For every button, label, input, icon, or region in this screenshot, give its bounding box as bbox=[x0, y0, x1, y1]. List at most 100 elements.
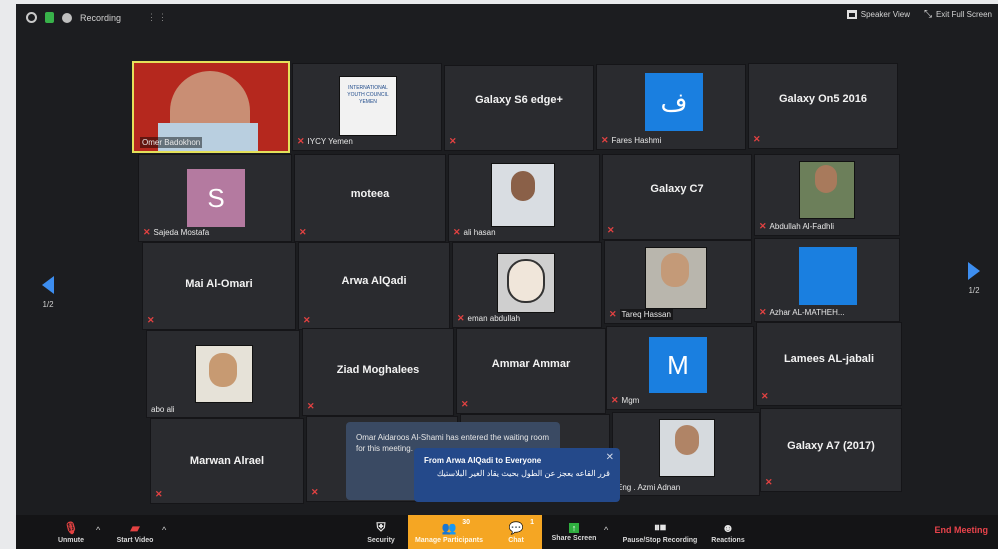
chat-icon: 💬 bbox=[508, 520, 524, 535]
video-tile-abo-ali[interactable]: abo ali bbox=[146, 330, 300, 418]
lock-icon[interactable] bbox=[45, 12, 54, 23]
share-screen-label: Share Screen bbox=[551, 534, 597, 542]
participant-name: Mgm bbox=[621, 396, 640, 405]
muted-mic-icon: ✕ bbox=[143, 227, 151, 237]
info-icon[interactable] bbox=[26, 12, 37, 23]
reactions-button[interactable]: ☻ Reactions bbox=[706, 515, 750, 549]
next-page-button[interactable]: 1/2 bbox=[968, 262, 980, 295]
video-tile-azhar[interactable]: ✕ Azhar AL-MATHEH... bbox=[754, 238, 900, 322]
video-tile-sajeda[interactable]: S ✕ Sajeda Mostafa bbox=[138, 154, 292, 242]
video-tile-mai[interactable]: Mai Al-Omari ✕ bbox=[142, 242, 296, 330]
security-label: Security bbox=[367, 537, 395, 544]
muted-mic-icon: ✕ bbox=[299, 227, 307, 237]
chat-count: 1 bbox=[530, 519, 534, 526]
manage-participants-button[interactable]: 👥 30 Manage Participants bbox=[408, 515, 490, 549]
close-icon[interactable]: ✕ bbox=[606, 452, 614, 463]
participant-name: Tareq Hassan bbox=[619, 309, 673, 320]
profile-photo-face bbox=[209, 353, 237, 387]
chat-button[interactable]: 💬 1 Chat bbox=[490, 515, 542, 549]
page-indicator-right: 1/2 bbox=[968, 286, 980, 295]
video-tile-ammar[interactable]: Ammar Ammar ✕ bbox=[456, 328, 606, 414]
avatar bbox=[799, 247, 857, 305]
participant-name: Galaxy A7 (2017) bbox=[787, 439, 875, 452]
video-tile-abdullah[interactable]: ✕ Abdullah Al-Fadhli bbox=[754, 154, 900, 236]
participant-name: Azhar AL-MATHEH... bbox=[769, 308, 845, 317]
speaker-view-button[interactable]: Speaker View bbox=[846, 10, 910, 19]
unmute-button[interactable]: 🎙 Unmute bbox=[56, 515, 86, 549]
video-tile-galaxy-s6[interactable]: Galaxy S6 edge+ ✕ bbox=[444, 65, 594, 151]
video-tile-galaxy-a7[interactable]: Galaxy A7 (2017) ✕ bbox=[760, 408, 902, 492]
participant-name: Fares Hashmi bbox=[611, 136, 662, 145]
avatar: S bbox=[187, 169, 245, 227]
profile-photo-face bbox=[511, 171, 535, 201]
iycy-logo: INTERNATIONAL YOUTH COUNCIL YEMEN bbox=[339, 76, 397, 136]
muted-mic-icon: ✕ bbox=[311, 487, 319, 497]
muted-mic-icon: ✕ bbox=[449, 136, 457, 146]
muted-mic-icon: ✕ bbox=[609, 309, 617, 319]
previous-page-button[interactable]: 1/2 bbox=[42, 276, 54, 309]
video-tile-galaxy-on5[interactable]: Galaxy On5 2016 ✕ bbox=[748, 63, 898, 149]
recording-dot-icon bbox=[62, 12, 72, 23]
top-right-controls: Speaker View ⤡ Exit Full Screen bbox=[846, 9, 992, 20]
video-tile-galaxy-c7[interactable]: Galaxy C7 ✕ bbox=[602, 154, 752, 240]
video-options-chevron-icon[interactable]: ^ bbox=[162, 525, 166, 535]
exit-fullscreen-button[interactable]: ⤡ Exit Full Screen bbox=[924, 9, 992, 20]
arrow-right-icon bbox=[968, 262, 980, 280]
video-tile-eman[interactable]: ✕ eman abdullah bbox=[452, 242, 602, 328]
pause-stop-recording-label: Pause/Stop Recording bbox=[622, 537, 698, 544]
end-meeting-button[interactable]: End Meeting bbox=[935, 525, 989, 535]
video-tile-moteea[interactable]: moteea ✕ bbox=[294, 154, 446, 242]
participant-name: Galaxy C7 bbox=[650, 182, 704, 195]
video-tile-ali[interactable]: ✕ ali hasan bbox=[448, 154, 600, 242]
muted-mic-icon: ✕ bbox=[607, 225, 615, 235]
video-tile-iycy[interactable]: INTERNATIONAL YOUTH COUNCIL YEMEN ✕ IYCY … bbox=[292, 63, 442, 151]
meeting-toolbar: 🎙 Unmute ^ ▰ Start Video ^ ⛨ Security 👥 … bbox=[16, 515, 998, 549]
profile-photo-face bbox=[661, 253, 689, 287]
share-options-chevron-icon[interactable]: ^ bbox=[604, 525, 608, 535]
top-left-status: Recording ⋮⋮ bbox=[26, 12, 169, 23]
chat-preview-popup[interactable]: ✕ From Arwa AlQadi to Everyone قرر القاع… bbox=[414, 448, 620, 502]
avatar: M bbox=[649, 337, 707, 393]
participant-name: moteea bbox=[350, 187, 390, 200]
smiley-icon: ☻ bbox=[721, 520, 735, 535]
muted-mic-icon: ✕ bbox=[155, 489, 163, 499]
video-tile-omer[interactable]: Omer Badokhon bbox=[132, 61, 290, 153]
security-button[interactable]: ⛨ Security bbox=[360, 515, 402, 549]
video-tile-arwa[interactable]: Arwa AlQadi ✕ bbox=[298, 242, 450, 330]
start-video-button[interactable]: ▰ Start Video bbox=[110, 515, 160, 549]
grid-icon: ⋮⋮ bbox=[147, 12, 170, 22]
video-tile-ziad[interactable]: Ziad Moghalees ✕ bbox=[302, 328, 454, 416]
profile-photo-face bbox=[507, 259, 545, 303]
video-tile-azmi[interactable]: Eng . Azmi Adnan bbox=[612, 412, 760, 496]
shield-icon: ⛨ bbox=[376, 520, 386, 534]
speaker-view-label: Speaker View bbox=[860, 10, 910, 19]
start-video-label: Start Video bbox=[116, 536, 154, 544]
video-tile-marwan[interactable]: Marwan Alrael ✕ bbox=[150, 418, 304, 504]
chat-sender: From Arwa AlQadi to Everyone bbox=[424, 456, 542, 465]
chat-message: قرر القاعه يعجز عن الطول بحيث يقاد الغير… bbox=[436, 469, 610, 478]
video-tile-fares[interactable]: ف ✕ Fares Hashmi bbox=[596, 64, 746, 150]
audio-options-chevron-icon[interactable]: ^ bbox=[96, 525, 100, 535]
participant-name: Arwa AlQadi bbox=[341, 274, 407, 287]
muted-mic-icon: ✕ bbox=[461, 399, 469, 409]
top-bar: Recording ⋮⋮ Speaker View ⤡ Exit Full Sc… bbox=[16, 4, 998, 34]
muted-mic-icon: ✕ bbox=[147, 315, 155, 325]
video-tile-tareq[interactable]: ✕ Tareq Hassan bbox=[604, 240, 752, 324]
muted-mic-icon: ✕ bbox=[307, 401, 315, 411]
participant-name: ali hasan bbox=[463, 228, 496, 237]
video-tile-mgm[interactable]: M ✕ Mgm bbox=[606, 326, 754, 410]
unmute-label: Unmute bbox=[57, 536, 85, 544]
manage-participants-label: Manage Participants bbox=[414, 536, 484, 544]
share-screen-button[interactable]: ↑ Share Screen bbox=[548, 515, 600, 549]
participants-count: 30 bbox=[462, 519, 470, 526]
pause-stop-recording-button[interactable]: ⏸⏹ Pause/Stop Recording bbox=[620, 515, 700, 549]
video-off-icon: ▰ bbox=[130, 520, 140, 535]
muted-mic-icon: ✕ bbox=[303, 315, 311, 325]
video-tile-lamees[interactable]: Lamees AL-jabali ✕ bbox=[756, 322, 902, 406]
participant-name: Eng . Azmi Adnan bbox=[617, 483, 681, 492]
participant-name: eman abdullah bbox=[467, 314, 521, 323]
muted-mic-icon: ✕ bbox=[765, 477, 773, 487]
participant-name: Abdullah Al-Fadhli bbox=[769, 222, 835, 231]
participant-name: Omer Badokhon bbox=[140, 137, 203, 148]
exit-fullscreen-label: Exit Full Screen bbox=[935, 10, 992, 19]
